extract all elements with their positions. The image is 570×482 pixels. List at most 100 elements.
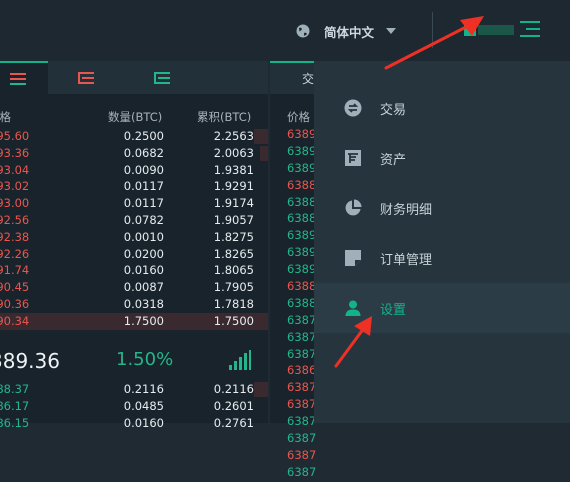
trade-row-price: 6387 xyxy=(287,346,317,361)
orderbook-row[interactable]: 386.17 0.0485 0.2601 xyxy=(0,398,268,415)
orderbook-row[interactable]: 390.45 0.0087 1.7905 xyxy=(0,279,268,296)
row-price: 390.36 xyxy=(0,296,30,311)
globe-icon xyxy=(296,24,310,38)
row-amount: 0.0485 xyxy=(123,398,164,413)
account-name-redacted[interactable] xyxy=(478,25,514,35)
row-price: 393.04 xyxy=(0,162,30,177)
pie-chart-icon xyxy=(345,199,362,216)
row-total: 1.8065 xyxy=(213,263,254,278)
orderbook-row[interactable]: 393.04 0.0090 1.9381 xyxy=(0,162,268,179)
orderbook-row[interactable]: 392.38 0.0010 1.8275 xyxy=(0,229,268,246)
row-amount: 0.0200 xyxy=(123,246,164,261)
orderbook-row[interactable]: 390.36 0.0318 1.7818 xyxy=(0,296,268,313)
row-amount: 0.0117 xyxy=(123,196,164,211)
language-selector[interactable]: 简体中文 xyxy=(296,21,397,41)
tab-sells[interactable] xyxy=(56,61,116,94)
row-total: 1.9057 xyxy=(213,212,254,227)
trade-row-price: 6387 xyxy=(287,329,317,344)
orderbook-sells-icon xyxy=(78,71,94,84)
depth-bar xyxy=(254,129,268,144)
divider xyxy=(432,12,433,48)
menu-item-exchange[interactable]: 交易 xyxy=(314,83,570,133)
menu-item-label: 资产 xyxy=(380,153,407,168)
orderbook-row[interactable]: 393.00 0.0117 1.9174 xyxy=(0,195,268,212)
trade-row-price: 6389 xyxy=(287,160,317,175)
trade-row-price: 6388 xyxy=(287,279,317,294)
trade-row-price: 6388 xyxy=(287,211,317,226)
orderbook-row[interactable]: 392.56 0.0782 1.9057 xyxy=(0,212,268,229)
row-price: 393.02 xyxy=(0,179,30,194)
row-total: 0.2601 xyxy=(213,398,254,413)
row-amount: 0.0090 xyxy=(123,162,164,177)
orderbook-row[interactable]: 392.26 0.0200 1.8265 xyxy=(0,246,268,263)
row-price: 391.74 xyxy=(0,263,30,278)
menu-item-settings[interactable]: 设置 xyxy=(314,283,570,333)
row-price: 388.37 xyxy=(0,382,30,396)
tab-trades-label: 交 xyxy=(302,72,315,86)
row-total: 1.9174 xyxy=(213,196,254,211)
row-amount: 0.0087 xyxy=(123,280,164,295)
trade-row-price: 6389 xyxy=(287,228,317,243)
column-total: 累积(BTC) xyxy=(197,110,252,124)
orderbook-tabs xyxy=(0,61,268,94)
trade-row-price: 6386 xyxy=(287,363,317,378)
orderbook-panel: 价格 数量(BTC) 累积(BTC) 395.60 0.2500 2.2563 393… xyxy=(0,61,268,430)
chevron-down-icon xyxy=(386,28,397,34)
bid-list: 388.37 0.2116 0.2116 386.17 0.0485 0.2601386.… xyxy=(0,381,268,431)
language-label: 简体中文 xyxy=(324,24,375,40)
trade-row-price: 6389 xyxy=(287,143,317,158)
row-price: 390.34 xyxy=(0,313,30,328)
row-total: 1.9381 xyxy=(213,162,254,177)
orderbook-row[interactable]: 393.02 0.0117 1.9291 xyxy=(0,178,268,195)
orderbook-row[interactable]: 395.60 0.2500 2.2563 xyxy=(0,128,268,145)
user-settings-icon xyxy=(345,300,361,316)
row-total: 0.2116 xyxy=(213,382,254,396)
row-total: 1.8275 xyxy=(213,229,254,244)
depth-bar xyxy=(260,145,268,161)
asset-icon xyxy=(345,150,361,166)
avatar[interactable] xyxy=(464,24,476,36)
row-price: 392.26 xyxy=(0,246,30,261)
row-price: 395.60 xyxy=(0,129,30,143)
row-amount: 0.0682 xyxy=(123,145,164,160)
row-amount: 0.0117 xyxy=(123,179,164,194)
menu-item-order-management[interactable]: 订单管理 xyxy=(314,233,570,283)
row-amount: 0.2500 xyxy=(123,129,164,143)
row-amount: 0.2116 xyxy=(123,382,164,396)
trade-row-price: 6389 xyxy=(287,245,317,260)
tab-buys[interactable] xyxy=(132,61,192,94)
account-side-menu: 交易 资产 财务明细 订单管理 设置 xyxy=(314,61,570,423)
row-price: 393.00 xyxy=(0,196,30,211)
trade-row-price: 6387 xyxy=(287,380,317,395)
row-price: 386.17 xyxy=(0,398,30,413)
last-price-row: 389.36 1.50% xyxy=(0,347,268,377)
orderbook-row[interactable]: 390.34 1.7500 1.7500 xyxy=(0,312,268,330)
trade-row-price: 6389 xyxy=(287,262,317,277)
row-total: 2.2563 xyxy=(213,129,254,143)
orderbook-row[interactable]: 393.36 0.0682 2.0063 xyxy=(0,145,268,162)
price-change-percent: 1.50% xyxy=(116,349,174,370)
row-total: 1.7500 xyxy=(213,313,254,328)
menu-item-assets[interactable]: 资产 xyxy=(314,133,570,183)
orderbook-row[interactable]: 391.74 0.0160 1.8065 xyxy=(0,262,268,279)
column-price: 价格 xyxy=(0,110,11,124)
column-amount: 数量(BTC) xyxy=(108,110,163,124)
row-total: 1.7905 xyxy=(213,280,254,295)
trade-row-price: 6387 xyxy=(287,312,317,327)
ask-list: 395.600.25002.2563393.360.06822.0063393.… xyxy=(0,128,268,330)
row-amount: 0.0318 xyxy=(123,296,164,311)
tab-both-sides[interactable] xyxy=(0,61,48,94)
menu-item-label: 财务明细 xyxy=(380,203,433,218)
trade-row-price: 6387 xyxy=(287,431,317,446)
hamburger-menu-icon[interactable] xyxy=(520,21,540,38)
menu-item-finance-details[interactable]: 财务明细 xyxy=(314,183,570,233)
trade-list: 6389 6389 6389 6388 6388 6388 6389 6389 6389 6388… xyxy=(287,127,316,482)
trade-row-price: 6389 xyxy=(287,127,317,141)
top-bar: 简体中文 xyxy=(0,0,570,61)
row-total: 1.9291 xyxy=(213,179,254,194)
depth-signal-icon xyxy=(229,350,251,370)
row-price: 392.38 xyxy=(0,229,30,244)
trade-row-price: 6387 xyxy=(287,447,317,462)
row-price: 392.56 xyxy=(0,212,30,227)
orderbook-row[interactable]: 388.37 0.2116 0.2116 xyxy=(0,381,268,398)
